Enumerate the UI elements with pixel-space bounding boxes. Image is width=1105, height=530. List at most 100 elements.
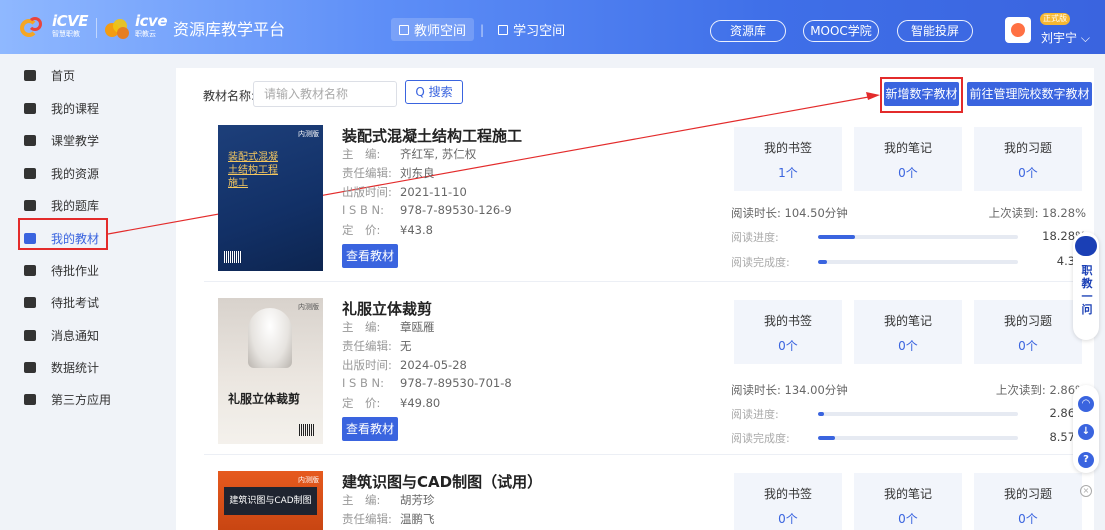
tab-label: 学习空间	[513, 24, 566, 39]
bookmark-stat[interactable]: 我的书签 0个	[734, 300, 842, 364]
sidebar-item-classroom[interactable]: 课堂教学	[24, 129, 99, 151]
logo-divider	[96, 18, 98, 38]
headset-icon[interactable]: ◠	[1078, 396, 1094, 412]
top-header: iCVE 智慧职教 icve 职教云 资源库教学平台 教师空间 | 学习空间 资源库…	[0, 0, 1105, 54]
mooc-link[interactable]: MOOC学院	[803, 20, 879, 42]
reading-progress-bar	[818, 412, 1018, 416]
exam-icon	[24, 296, 36, 308]
sidebar-item-label: 我的题库	[51, 198, 100, 213]
sidebar-item-question-bank[interactable]: 我的题库	[24, 194, 99, 216]
exercises-stat[interactable]: 我的习题 0个	[974, 473, 1082, 530]
completion-progress-bar	[818, 260, 1018, 264]
exercises-stat[interactable]: 我的习题 0个	[974, 127, 1082, 191]
book-resp-editor: 责任编辑: 刘东良	[342, 166, 435, 180]
highlight-box-sidebar	[18, 218, 108, 250]
statistics-icon	[24, 361, 36, 373]
homework-icon	[24, 264, 36, 276]
sidebar-item-label: 消息通知	[51, 328, 100, 343]
cover-tag: 内测版	[298, 303, 319, 311]
sidebar-item-label: 待批考试	[51, 295, 100, 310]
resource-library-link[interactable]: 资源库	[710, 20, 786, 42]
space-tabs: 教师空间 | 学习空间	[391, 18, 573, 41]
sidebar-item-my-resources[interactable]: 我的资源	[24, 162, 99, 184]
sidebar-item-third-party-apps[interactable]: 第三方应用	[24, 388, 111, 410]
download-icon[interactable]: ↓	[1078, 424, 1094, 440]
filter-label: 教材名称:	[203, 89, 256, 103]
close-icon[interactable]: ×	[1080, 485, 1092, 497]
sidebar-item-home[interactable]: 首页	[24, 64, 75, 86]
book-title[interactable]: 礼服立体裁剪	[342, 298, 432, 319]
book-card: 内测版 建筑识图与CAD制图 建筑识图与CAD制图（试用） 主 编: 胡芳珍 责任…	[204, 463, 1092, 530]
book-title[interactable]: 装配式混凝土结构工程施工	[342, 125, 522, 146]
view-textbook-button[interactable]: 查看教材	[342, 244, 398, 268]
tab-student-space[interactable]: 学习空间	[490, 18, 573, 41]
sidebar-item-label: 我的资源	[51, 166, 100, 181]
notes-stat[interactable]: 我的笔记 0个	[854, 473, 962, 530]
sidebar-item-statistics[interactable]: 数据统计	[24, 356, 99, 378]
user-name-dropdown[interactable]: 刘宇宁 ⌵	[1041, 29, 1090, 46]
message-icon	[24, 329, 36, 341]
sidebar-item-messages[interactable]: 消息通知	[24, 324, 99, 346]
book-title[interactable]: 建筑识图与CAD制图（试用）	[342, 471, 542, 492]
cover-title: 礼服立体裁剪	[228, 392, 301, 406]
book-resp-editor: 责任编辑: 无	[342, 339, 412, 353]
zhijiaoyun-logo-text: icve 职教云	[135, 12, 167, 39]
resource-icon	[24, 167, 36, 179]
zhijiaoyun-logo-icon	[105, 17, 131, 39]
logo-area[interactable]: iCVE 智慧职教 icve 职教云 资源库教学平台	[18, 14, 285, 42]
official-badge: 正式版	[1040, 13, 1070, 25]
teacher-space-icon	[399, 24, 409, 35]
tab-divider: |	[480, 22, 485, 37]
dress-illustration	[248, 308, 292, 368]
book-editor: 主 编: 胡芳珍	[342, 493, 435, 507]
icve-logo-text: iCVE 智慧职教	[52, 12, 89, 39]
tab-teacher-space[interactable]: 教师空间	[391, 18, 475, 41]
sidebar-item-label: 数据统计	[51, 360, 100, 375]
question-bank-icon	[24, 199, 36, 211]
book-card: 内测版 装配式混凝土结构工程施工 装配式混凝土结构工程施工 主 编: 齐红军, 苏…	[204, 117, 1092, 282]
cover-title: 建筑识图与CAD制图	[224, 487, 317, 515]
read-duration: 阅读时长: 104.50分钟	[731, 206, 848, 220]
exercises-stat[interactable]: 我的习题 0个	[974, 300, 1082, 364]
completion-label: 阅读完成度:	[731, 432, 790, 445]
notes-stat[interactable]: 我的笔记 0个	[854, 300, 962, 364]
progress-label: 阅读进度:	[731, 408, 779, 421]
manage-school-textbooks-button[interactable]: 前往管理院校数字教材	[967, 82, 1092, 106]
progress-label: 阅读进度:	[731, 231, 779, 244]
sidebar-item-pending-exams[interactable]: 待批考试	[24, 291, 99, 313]
barcode-icon	[299, 424, 315, 436]
ai-assistant-label[interactable]: 职教一问	[1080, 264, 1094, 316]
completion-fill	[818, 436, 836, 440]
sidebar-item-label: 待批作业	[51, 263, 100, 278]
bookmark-stat[interactable]: 我的书签 1个	[734, 127, 842, 191]
sidebar-item-my-courses[interactable]: 我的课程	[24, 97, 99, 119]
help-icon[interactable]: ?	[1078, 452, 1094, 468]
sidebar-item-label: 课堂教学	[51, 133, 100, 148]
search-button[interactable]: Q 搜索	[405, 80, 463, 104]
home-icon	[24, 69, 36, 81]
book-pub-time: 出版时间: 2024-05-28	[342, 358, 467, 372]
book-cover[interactable]: 内测版 建筑识图与CAD制图	[218, 471, 323, 530]
notes-stat[interactable]: 我的笔记 0个	[854, 127, 962, 191]
bookmark-stat[interactable]: 我的书签 0个	[734, 473, 842, 530]
progress-fill	[818, 412, 824, 416]
course-icon	[24, 102, 36, 114]
book-pub-time: 出版时间: 2021-11-10	[342, 185, 467, 199]
avatar[interactable]	[1005, 17, 1031, 43]
sidebar-item-label: 首页	[51, 68, 76, 83]
textbook-name-input[interactable]: 请输入教材名称	[253, 81, 397, 107]
classroom-icon	[24, 134, 36, 146]
cover-tag: 内测版	[298, 130, 319, 138]
book-isbn: I S B N: 978-7-89530-701-8	[342, 376, 512, 390]
robot-icon[interactable]	[1075, 236, 1097, 256]
smart-cast-link[interactable]: 智能投屏	[897, 20, 973, 42]
view-textbook-button[interactable]: 查看教材	[342, 417, 398, 441]
sidebar-item-pending-homework[interactable]: 待批作业	[24, 259, 99, 281]
book-editor: 主 编: 齐红军, 苏仁权	[342, 147, 477, 161]
completion-progress-bar	[818, 436, 1018, 440]
icve-logo-icon	[18, 15, 48, 41]
book-cover[interactable]: 内测版 装配式混凝土结构工程施工	[218, 125, 323, 271]
book-cover[interactable]: 内测版 礼服立体裁剪	[218, 298, 323, 444]
last-read: 上次读到: 18.28%	[988, 206, 1086, 220]
book-price: 定 价: ¥43.8	[342, 223, 433, 237]
